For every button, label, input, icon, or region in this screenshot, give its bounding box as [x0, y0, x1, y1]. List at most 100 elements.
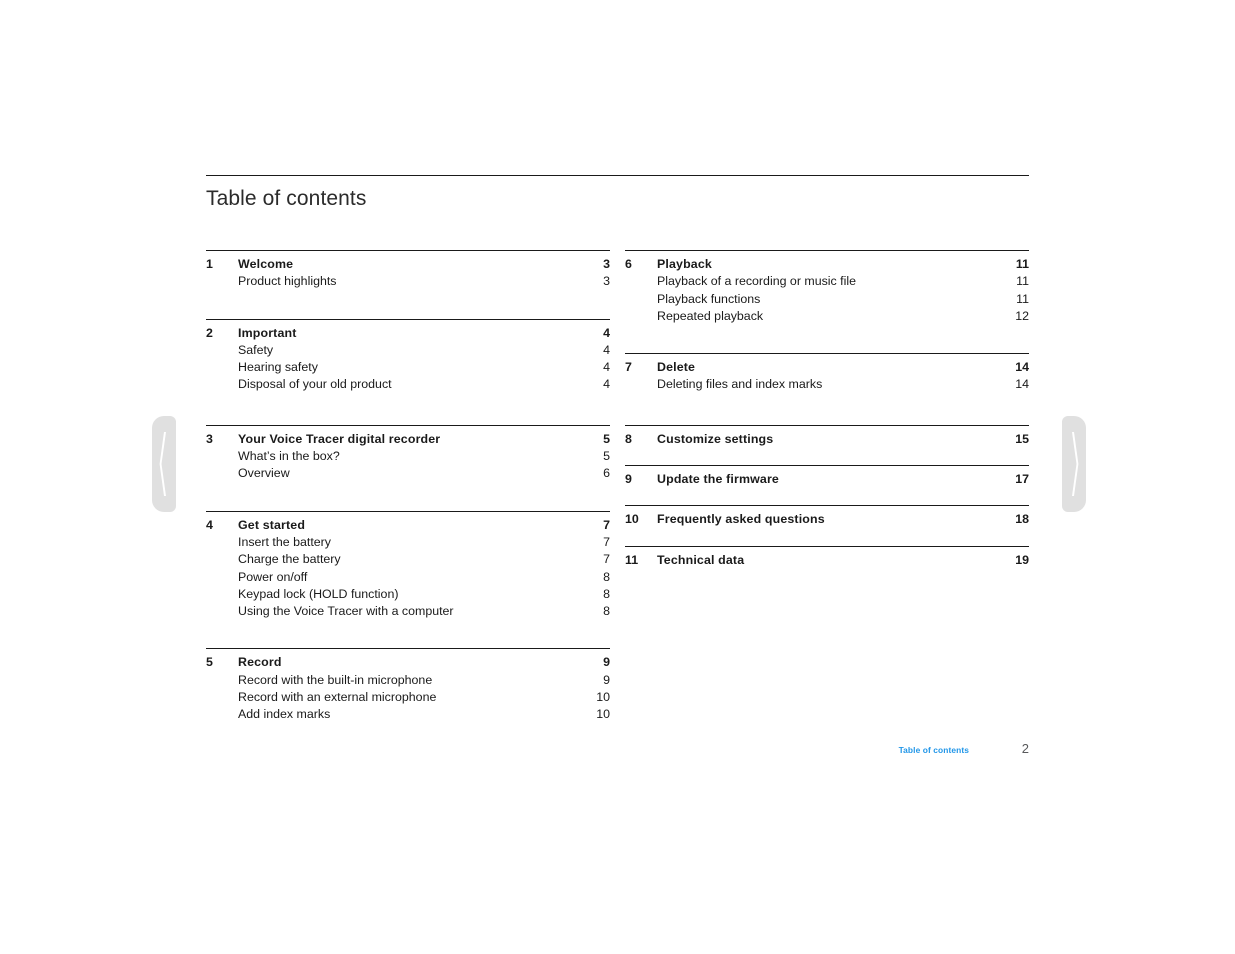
- next-page-tab[interactable]: [1062, 416, 1086, 512]
- toc-chapter-row[interactable]: 8 Customize settings 15: [625, 426, 1029, 448]
- chapter-label: Your Voice Tracer digital recorder: [238, 431, 441, 446]
- chapter-number: 11: [625, 552, 639, 567]
- chapter-page: 19: [1015, 552, 1029, 567]
- toc-sub-row[interactable]: Keypad lock (HOLD function) 8: [206, 586, 610, 603]
- toc-sub-row[interactable]: Add index marks 10: [206, 706, 610, 723]
- toc-group: 7 Delete 14 Deleting files and index mar…: [625, 353, 1029, 394]
- sub-label: Playback of a recording or music file: [657, 274, 857, 289]
- toc-group: 10 Frequently asked questions 18: [625, 505, 1029, 528]
- chapter-page: 17: [1015, 472, 1029, 487]
- chapter-number: 3: [206, 431, 213, 446]
- toc-sub-row[interactable]: What’s in the box? 5: [206, 448, 610, 465]
- sub-page: 14: [1015, 377, 1029, 392]
- chapter-label: Frequently asked questions: [657, 512, 825, 527]
- chapter-number: 4: [206, 517, 213, 532]
- chapter-page: 11: [1015, 257, 1029, 271]
- toc-sub-row[interactable]: Charge the battery 7: [206, 551, 610, 568]
- toc-sub-row[interactable]: Playback of a recording or music file 11: [625, 273, 1029, 290]
- toc-chapter-row[interactable]: 1 Welcome 3: [206, 251, 610, 273]
- toc-sub-row[interactable]: Record with the built-in microphone 9: [206, 672, 610, 689]
- sub-label: Deleting files and index marks: [657, 377, 823, 392]
- chapter-number: 6: [625, 257, 632, 271]
- footer-section-label: Table of contents: [898, 745, 969, 755]
- toc-group: 9 Update the firmware 17: [625, 465, 1029, 488]
- chapter-number: 9: [625, 472, 632, 487]
- sub-label: Record with an external microphone: [238, 690, 437, 705]
- chapter-number: 1: [206, 257, 213, 271]
- sub-page: 8: [603, 604, 610, 619]
- toc-sub-row[interactable]: Hearing safety 4: [206, 359, 610, 376]
- sub-label: Repeated playback: [657, 308, 764, 323]
- chapter-page: 4: [603, 325, 610, 340]
- toc-sub-row[interactable]: Safety 4: [206, 342, 610, 359]
- toc-chapter-row[interactable]: 5 Record 9: [206, 649, 610, 671]
- sub-page: 8: [603, 569, 610, 584]
- toc-chapter-row[interactable]: 3 Your Voice Tracer digital recorder 5: [206, 426, 610, 448]
- toc-sub-row[interactable]: Record with an external microphone 10: [206, 689, 610, 706]
- sub-label: Product highlights: [238, 274, 337, 289]
- toc-column-left: 1 Welcome 3 Product highlights 3 2 Impor…: [206, 250, 610, 724]
- toc-sub-row[interactable]: Overview 6: [206, 465, 610, 482]
- toc-group: 11 Technical data 19: [625, 545, 1029, 569]
- toc-sub-row[interactable]: Playback functions 11: [625, 291, 1029, 308]
- chapter-number: 2: [206, 325, 213, 340]
- toc-chapter-row[interactable]: 11 Technical data 19: [625, 547, 1029, 569]
- chapter-page: 14: [1015, 360, 1029, 375]
- sub-label: Disposal of your old product: [238, 377, 392, 392]
- toc-chapter-row[interactable]: 7 Delete 14: [625, 354, 1029, 376]
- sub-label: Keypad lock (HOLD function): [238, 586, 399, 601]
- sub-page: 3: [603, 274, 610, 289]
- toc-sub-row[interactable]: Power on/off 8: [206, 569, 610, 586]
- page-footer: Table of contents 2: [206, 741, 1029, 756]
- toc-chapter-row[interactable]: 6 Playback 11: [625, 251, 1029, 273]
- chapter-page: 9: [603, 655, 610, 670]
- chapter-number: 5: [206, 655, 213, 670]
- sub-page: 9: [603, 672, 610, 687]
- chapter-number: 8: [625, 431, 632, 446]
- chapter-label: Welcome: [238, 257, 294, 271]
- footer-page-number: 2: [1021, 741, 1029, 756]
- sub-page: 4: [603, 377, 610, 392]
- sub-label: Power on/off: [238, 569, 308, 584]
- toc-group: 3 Your Voice Tracer digital recorder 5 W…: [206, 424, 610, 483]
- sub-label: Hearing safety: [238, 360, 318, 375]
- sub-page: 10: [596, 707, 610, 722]
- sub-label: Overview: [238, 466, 290, 481]
- chapter-label: Get started: [238, 517, 306, 532]
- toc-group: 8 Customize settings 15: [625, 424, 1029, 448]
- toc-sub-row[interactable]: Disposal of your old product 4: [206, 376, 610, 393]
- sub-page: 7: [603, 534, 610, 549]
- sub-label: What’s in the box?: [238, 449, 340, 464]
- toc-chapter-row[interactable]: 2 Important 4: [206, 320, 610, 342]
- sub-page: 4: [603, 360, 610, 375]
- sub-page: 7: [603, 552, 610, 567]
- sub-page: 5: [603, 449, 610, 464]
- toc-sub-row[interactable]: Product highlights 3: [206, 273, 610, 290]
- chapter-page: 15: [1015, 431, 1029, 446]
- sub-label: Record with the built-in microphone: [238, 672, 433, 687]
- toc-chapter-row[interactable]: 9 Update the firmware 17: [625, 466, 1029, 488]
- toc-sub-row[interactable]: Using the Voice Tracer with a computer 8: [206, 603, 610, 620]
- toc-columns: 1 Welcome 3 Product highlights 3 2 Impor…: [206, 250, 1029, 724]
- sub-label: Using the Voice Tracer with a computer: [238, 604, 454, 619]
- chapter-label: Record: [238, 655, 282, 670]
- chapter-page: 7: [603, 517, 610, 532]
- previous-page-tab[interactable]: [152, 416, 176, 512]
- sub-label: Insert the battery: [238, 534, 331, 549]
- sub-page: 11: [1016, 291, 1029, 306]
- sub-page: 12: [1015, 308, 1029, 323]
- toc-sub-row[interactable]: Insert the battery 7: [206, 534, 610, 551]
- sub-page: 4: [603, 342, 610, 357]
- chevron-right-icon: [1072, 432, 1079, 496]
- toc-chapter-row[interactable]: 4 Get started 7: [206, 512, 610, 534]
- sub-label: Add index marks: [238, 707, 331, 722]
- chapter-label: Playback: [657, 257, 712, 271]
- toc-sub-row[interactable]: Repeated playback 12: [625, 308, 1029, 325]
- toc-sub-row[interactable]: Deleting files and index marks 14: [625, 376, 1029, 393]
- sub-page: 10: [596, 690, 610, 705]
- toc-chapter-row[interactable]: 10 Frequently asked questions 18: [625, 506, 1029, 528]
